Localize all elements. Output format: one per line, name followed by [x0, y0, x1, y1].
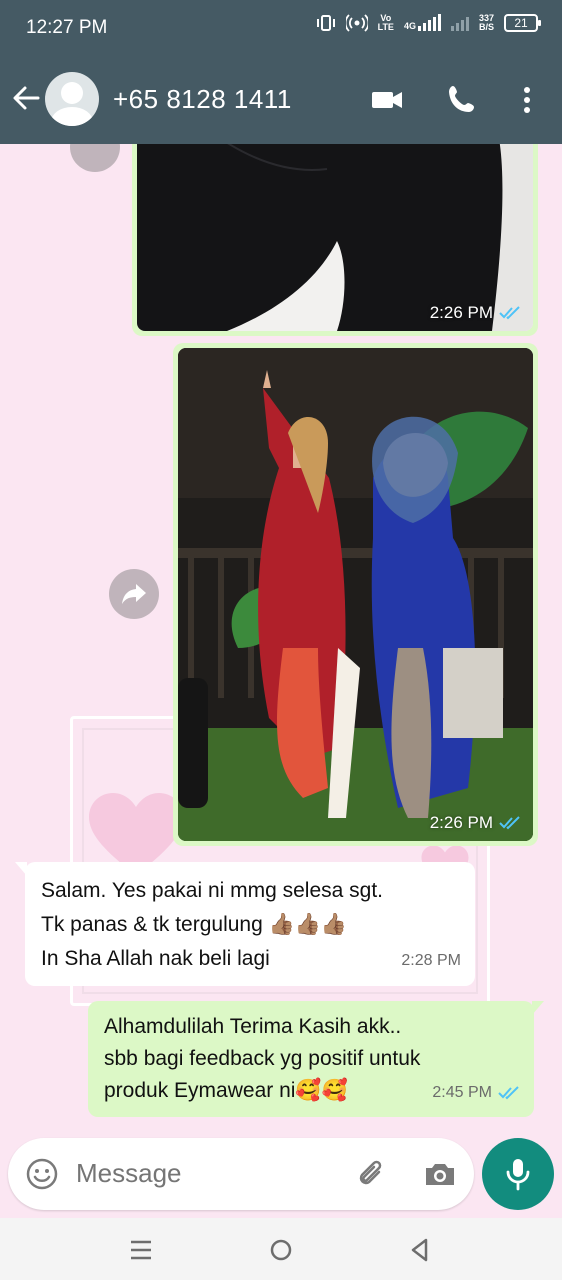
signal-bars-icon	[417, 14, 441, 31]
message-line: Alhamdulilah Terima Kasih akk..	[104, 1015, 402, 1038]
battery-icon: 21	[504, 14, 541, 32]
mic-button[interactable]	[482, 1138, 554, 1210]
message-line: Salam. Yes pakai ni mmg selesa sgt.	[41, 879, 384, 902]
message-line: sbb bagi feedback yg positif untuk	[104, 1047, 421, 1070]
message-time: 2:26 PM	[430, 813, 521, 833]
message-line: Tk panas & tk tergulung 👍🏽👍🏽👍🏽	[41, 913, 348, 936]
forward-button[interactable]	[109, 569, 159, 619]
video-call-icon[interactable]	[369, 82, 405, 118]
status-time: 12:27 PM	[26, 17, 108, 38]
hotspot-icon	[345, 14, 368, 32]
message-time-text: 2:26 PM	[429, 303, 493, 322]
message-time-text: 2:45 PM	[432, 1084, 492, 1101]
photo-two-women-image	[178, 348, 533, 841]
message-input[interactable]	[76, 1158, 336, 1189]
signal-bars-secondary-icon	[450, 15, 469, 31]
net-speed-unit: B/S	[478, 22, 494, 32]
image-message[interactable]: 2:26 PM	[132, 144, 538, 336]
signal-primary: 4G	[403, 14, 441, 31]
more-vert-icon[interactable]	[509, 82, 545, 118]
contact-avatar[interactable]	[45, 72, 99, 126]
message-time: 2:28 PM	[401, 944, 461, 978]
message-time: 2:26 PM	[430, 303, 521, 323]
message-composer	[8, 1138, 474, 1210]
message-line: In Sha Allah nak beli lagi	[41, 947, 270, 970]
message-time: 2:45 PM	[432, 1077, 520, 1109]
chat-area[interactable]: 2:26 PM 2:26 PM Salam. Yes pakai ni mmg …	[0, 144, 562, 1218]
message-time-text: 2:26 PM	[429, 813, 493, 832]
contact-name[interactable]: +65 8128 1411	[113, 84, 292, 115]
status-icons: Vo LTE 4G 337 B/S 21	[316, 13, 541, 32]
mic-icon	[506, 1159, 530, 1191]
image-content[interactable]: 2:26 PM	[137, 144, 533, 331]
message-time-text: 2:28 PM	[401, 952, 461, 969]
system-nav-bar	[0, 1218, 562, 1280]
image-message[interactable]: 2:26 PM	[173, 343, 538, 846]
image-content[interactable]: 2:26 PM	[178, 348, 533, 841]
share-forward-icon	[122, 584, 146, 604]
back-nav-icon[interactable]	[406, 1236, 434, 1264]
chat-header: +65 8128 1411	[0, 56, 562, 144]
network-type: 4G	[403, 21, 416, 31]
net-speed: 337 B/S	[479, 14, 494, 32]
volte-label: Vo LTE	[377, 13, 394, 32]
paperclip-icon[interactable]	[354, 1156, 390, 1192]
home-icon[interactable]	[267, 1236, 295, 1264]
status-bar: 12:27 PM Vo LTE 4G 337 B/S 21	[0, 0, 562, 56]
double-check-icon	[499, 816, 520, 830]
forward-button[interactable]	[70, 144, 120, 172]
double-check-icon	[499, 306, 520, 320]
camera-icon[interactable]	[422, 1156, 458, 1192]
incoming-message[interactable]: Salam. Yes pakai ni mmg selesa sgt. Tk p…	[15, 862, 475, 986]
emoji-icon[interactable]	[24, 1156, 60, 1192]
recent-apps-icon[interactable]	[127, 1236, 155, 1264]
vibrate-icon	[316, 15, 335, 31]
double-check-icon	[498, 1086, 519, 1100]
arrow-left-icon[interactable]	[10, 82, 42, 114]
outgoing-message[interactable]: Alhamdulilah Terima Kasih akk.. sbb bagi…	[88, 1001, 544, 1117]
phone-icon[interactable]	[444, 82, 480, 118]
